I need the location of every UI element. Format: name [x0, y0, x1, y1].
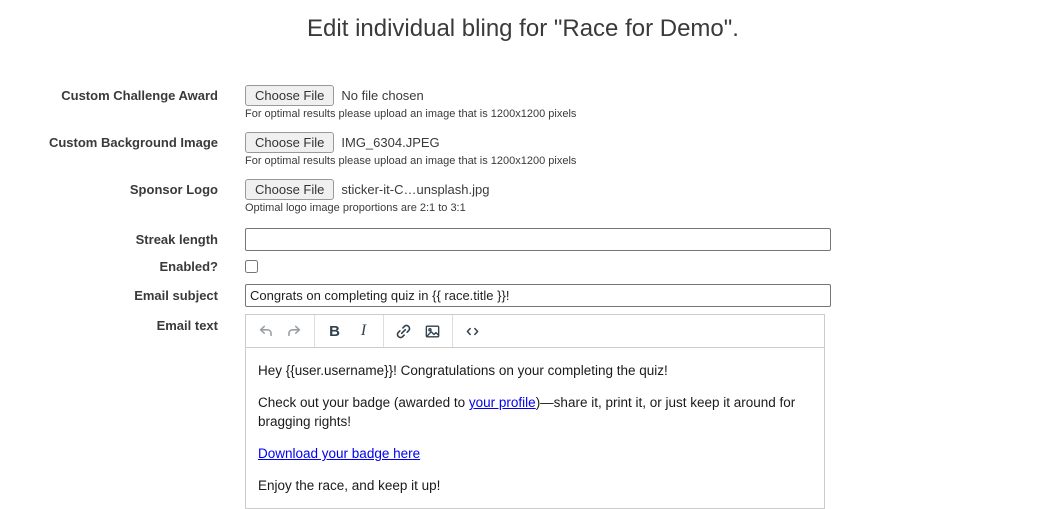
custom-background-image-choose-file-button[interactable]: Choose File — [245, 132, 335, 153]
field-email-subject: Email subject — [0, 284, 1046, 307]
email-text-content[interactable]: Hey {{user.username}}! Congratulations o… — [246, 348, 824, 508]
sponsor-logo-choose-file-button[interactable]: Choose File — [245, 179, 335, 200]
custom-challenge-award-help-text: For optimal results please upload an ima… — [245, 108, 577, 120]
email-subject-label: Email subject — [134, 288, 218, 303]
custom-challenge-award-choose-file-button[interactable]: Choose File — [245, 85, 335, 106]
undo-icon[interactable] — [253, 319, 278, 344]
toolbar-group-insert — [383, 315, 452, 347]
field-custom-challenge-award: Custom Challenge Award Choose File No fi… — [0, 85, 1046, 121]
email-subject-input[interactable] — [245, 284, 831, 307]
bling-edit-form: Custom Challenge Award Choose File No fi… — [0, 85, 1046, 509]
field-email-text: Email text B I Hey {{user.username}}! Co… — [0, 314, 1046, 509]
toolbar-group-history — [246, 315, 314, 347]
field-enabled: Enabled? — [0, 259, 1046, 274]
page-title: Edit individual bling for "Race for Demo… — [307, 15, 739, 42]
your-profile-link[interactable]: your profile — [469, 395, 536, 410]
sponsor-logo-help-text: Optimal logo image proportions are 2:1 t… — [245, 202, 466, 214]
custom-background-image-label: Custom Background Image — [48, 135, 218, 150]
custom-challenge-award-file-name: No file chosen — [341, 88, 424, 103]
bold-icon[interactable]: B — [322, 319, 347, 344]
custom-background-image-file-name: IMG_6304.JPEG — [341, 135, 440, 150]
link-icon[interactable] — [391, 319, 416, 344]
email-paragraph-download: Download your badge here — [258, 444, 812, 463]
toolbar-group-format: B I — [314, 315, 383, 347]
image-icon[interactable] — [420, 319, 445, 344]
editor-toolbar: B I — [246, 315, 824, 348]
custom-background-image-help-text: For optimal results please upload an ima… — [245, 155, 577, 167]
custom-challenge-award-label: Custom Challenge Award — [61, 88, 218, 103]
code-icon[interactable] — [460, 319, 485, 344]
email-text-editor: B I Hey {{user.username}}! Congratulatio… — [245, 314, 825, 509]
email-paragraph-closing: Enjoy the race, and keep it up! — [258, 478, 441, 493]
italic-icon[interactable]: I — [351, 319, 376, 344]
field-sponsor-logo: Sponsor Logo Choose File sticker-it-C…un… — [0, 179, 1046, 215]
streak-length-input[interactable] — [245, 228, 831, 251]
toolbar-group-code — [452, 315, 492, 347]
sponsor-logo-file-name: sticker-it-C…unsplash.jpg — [341, 182, 490, 197]
download-badge-link[interactable]: Download your badge here — [258, 446, 420, 461]
field-custom-background-image: Custom Background Image Choose File IMG_… — [0, 132, 1046, 168]
email-paragraph-greeting: Hey {{user.username}}! Congratulations o… — [258, 363, 668, 378]
field-streak-length: Streak length — [0, 228, 1046, 251]
email-text-label: Email text — [156, 318, 218, 333]
streak-length-label: Streak length — [135, 232, 218, 247]
badge-text-before: Check out your badge (awarded to — [258, 395, 469, 410]
redo-icon[interactable] — [282, 319, 307, 344]
email-paragraph-badge: Check out your badge (awarded to your pr… — [258, 393, 812, 431]
enabled-checkbox[interactable] — [245, 260, 258, 273]
enabled-label: Enabled? — [159, 259, 218, 274]
sponsor-logo-label: Sponsor Logo — [129, 182, 218, 197]
